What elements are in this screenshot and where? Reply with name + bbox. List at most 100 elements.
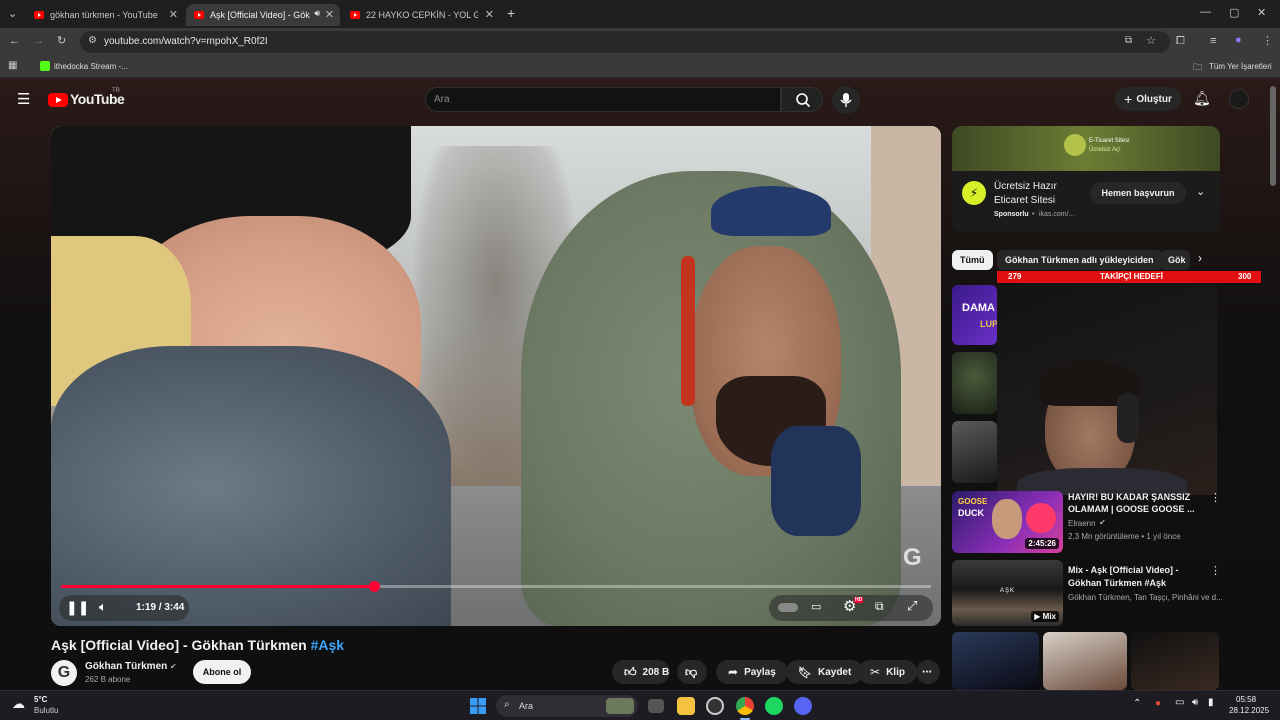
new-tab-icon[interactable]: +	[507, 5, 515, 21]
rec-thumb-bottom-3[interactable]	[1131, 632, 1219, 690]
clock-time[interactable]: 05:58	[1236, 695, 1256, 704]
back-icon[interactable]: ←	[9, 35, 20, 47]
profile-icon[interactable]: ●	[1235, 34, 1242, 46]
rec-title[interactable]: HAYIR! BU KADAR ŞANSSIZ	[1068, 491, 1190, 503]
media-icon[interactable]: ≡	[1210, 35, 1216, 47]
pause-icon[interactable]: ❚❚	[66, 599, 89, 616]
network-icon[interactable]: ▭	[1175, 697, 1184, 708]
chevron-up-icon[interactable]: ⌃	[1133, 698, 1141, 709]
volume-icon[interactable]: 🔈︎	[99, 599, 107, 615]
minimize-icon[interactable]: —	[1200, 6, 1211, 18]
video-player[interactable]: G ❚❚ 🔈︎ 1:19 / 3:44 ▭ ⚙ HD ⧉ ⤢	[51, 126, 941, 626]
rec-thumb-bottom-1[interactable]	[952, 632, 1039, 690]
rec-thumb-3[interactable]	[952, 421, 997, 483]
weather-desc[interactable]: Bulutlu	[34, 706, 58, 715]
channel-name[interactable]: Gökhan Türkmen	[85, 661, 167, 672]
dislike-button[interactable]: 👎︎	[677, 660, 707, 684]
page-scrollbar[interactable]	[1270, 86, 1276, 186]
lightning-icon: ⚡	[962, 181, 986, 205]
extensions-icon[interactable]: ⧠	[1176, 35, 1185, 48]
close-window-icon[interactable]: ✕	[1257, 6, 1266, 19]
channel-avatar[interactable]: G	[51, 660, 77, 686]
all-bookmarks-link[interactable]: Tüm Yer İşaretleri	[1209, 62, 1272, 71]
clip-button[interactable]: ✂ Klip	[858, 660, 917, 684]
voice-search-button[interactable]	[832, 86, 860, 114]
rec-channel[interactable]: Gökhan Türkmen, Tan Taşçı, Pinhâni ve d.…	[1068, 593, 1223, 602]
microphone-icon[interactable]: ●	[1155, 698, 1161, 709]
ad-card[interactable]: E-Ticaret Sitesi Ücretsiz Aç! ⚡ Ücretsiz…	[952, 126, 1220, 232]
theater-mode-icon[interactable]: ⧉	[875, 599, 884, 614]
app-icon[interactable]	[706, 697, 724, 715]
weather-icon[interactable]: ☁	[12, 696, 25, 712]
weather-temp[interactable]: 5°C	[34, 695, 47, 704]
tab-ask-official-video[interactable]: Aşk [Official Video] - Gökh 🔊︎ ✕	[186, 4, 340, 26]
file-explorer-icon[interactable]	[677, 697, 695, 715]
url-field[interactable]: ⚙ youtube.com/watch?v=mpohX_R0f2I ⧉ ☆	[80, 31, 1170, 53]
close-icon[interactable]: ✕	[325, 8, 334, 21]
chevron-down-icon[interactable]: ⌄	[1196, 185, 1205, 198]
autoplay-toggle[interactable]	[778, 603, 798, 612]
more-vertical-icon[interactable]: ⋮	[1210, 491, 1221, 504]
ad-cta-button[interactable]: Hemen başvurun	[1090, 182, 1186, 204]
rec-thumb-goose[interactable]: GOOSE DUCK 2:45:26	[952, 491, 1063, 553]
close-icon[interactable]: ✕	[485, 8, 494, 21]
spotify-icon[interactable]	[765, 697, 783, 715]
rec-title[interactable]: OLAMAM | GOOSE GOOSE ...	[1068, 503, 1195, 515]
taskbar-search[interactable]: ⌕ Ara	[496, 695, 638, 717]
rec-thumb-mix[interactable]: AŞK ▶ Mix	[952, 560, 1063, 626]
avatar[interactable]	[1229, 89, 1249, 109]
rec-title[interactable]: Mix - Aşk [Official Video] -	[1068, 564, 1179, 576]
more-actions-button[interactable]: ⋯	[916, 660, 940, 684]
bookmark-star-icon[interactable]: ☆	[1146, 34, 1156, 47]
save-button[interactable]: 🔖︎ Kaydet	[786, 660, 864, 684]
subscribe-button[interactable]: Abone ol	[193, 660, 251, 684]
like-button[interactable]: 👍︎ 208 B	[612, 660, 670, 684]
chevron-right-icon[interactable]: ›	[1198, 251, 1202, 265]
bookmarks-bar: ▦ ithedocka Stream -... 🗀 Tüm Yer İşaret…	[0, 56, 1280, 78]
chip-from-uploader[interactable]: Gökhan Türkmen adlı yükleyiciden	[997, 250, 1162, 270]
task-view-icon[interactable]	[648, 699, 664, 713]
discord-icon[interactable]	[794, 697, 812, 715]
tab-hayko-cepkin[interactable]: 22 HAYKO CEPKİN - YOL GÖZÜ ✕	[342, 4, 500, 26]
install-icon[interactable]: ⧉	[1125, 35, 1132, 46]
ad-title-line1[interactable]: Ücretsiz Hazır	[994, 181, 1057, 192]
ad-banner[interactable]: E-Ticaret Sitesi Ücretsiz Aç!	[952, 126, 1220, 171]
windows-start-icon[interactable]	[469, 697, 487, 715]
share-button[interactable]: ➦ Paylaş	[716, 660, 788, 684]
site-info-icon[interactable]: ⚙	[88, 35, 97, 46]
ad-title-line2[interactable]: Eticaret Sitesi	[994, 195, 1055, 206]
youtube-logo-icon[interactable]	[48, 93, 68, 107]
volume-icon[interactable]: 🔊︎	[1192, 697, 1198, 708]
chip-all[interactable]: Tümü	[952, 250, 993, 270]
subtitles-icon[interactable]: ▭	[811, 600, 821, 613]
forward-icon[interactable]: →	[33, 35, 44, 47]
rec-channel[interactable]: Elraenn	[1068, 519, 1096, 528]
hamburger-menu-icon[interactable]: ☰	[17, 90, 30, 108]
video-hashtag[interactable]: #Aşk	[311, 637, 344, 653]
rec-thumb-1[interactable]: DAMA LUP	[952, 285, 997, 345]
clock-date[interactable]: 28.12.2025	[1229, 706, 1269, 715]
fullscreen-icon[interactable]: ⤢	[907, 598, 917, 614]
create-button[interactable]: + Oluştur	[1115, 87, 1181, 111]
speaker-icon[interactable]: 🔊︎	[314, 8, 320, 19]
search-input[interactable]: Ara	[425, 87, 781, 112]
channel-watermark-icon[interactable]: G	[903, 544, 922, 572]
notifications-bell-icon[interactable]: 🔔︎	[1193, 90, 1211, 107]
close-icon[interactable]: ✕	[169, 8, 178, 21]
more-vertical-icon[interactable]: ⋮	[1210, 564, 1221, 577]
bookmark-ithedocka[interactable]: ithedocka Stream -...	[54, 62, 128, 71]
apps-grid-icon[interactable]: ▦	[8, 60, 17, 71]
rec-title[interactable]: Gökhan Türkmen #Aşk	[1068, 577, 1166, 589]
tab-gokhan-search[interactable]: gökhan türkmen - YouTube ✕	[26, 4, 184, 26]
tab-search-icon[interactable]: ⌄	[8, 7, 17, 20]
chrome-icon[interactable]	[736, 697, 754, 715]
search-button[interactable]	[781, 87, 823, 112]
maximize-icon[interactable]: ▢	[1229, 6, 1239, 19]
menu-icon[interactable]: ⋮	[1262, 34, 1273, 47]
rec-thumb-2[interactable]	[952, 352, 997, 414]
chip-gok[interactable]: Gök	[1160, 250, 1190, 270]
battery-icon[interactable]: ▮	[1208, 697, 1214, 708]
progress-bar[interactable]	[61, 581, 931, 592]
rec-thumb-bottom-2[interactable]	[1043, 632, 1127, 690]
reload-icon[interactable]: ↻	[57, 34, 66, 47]
